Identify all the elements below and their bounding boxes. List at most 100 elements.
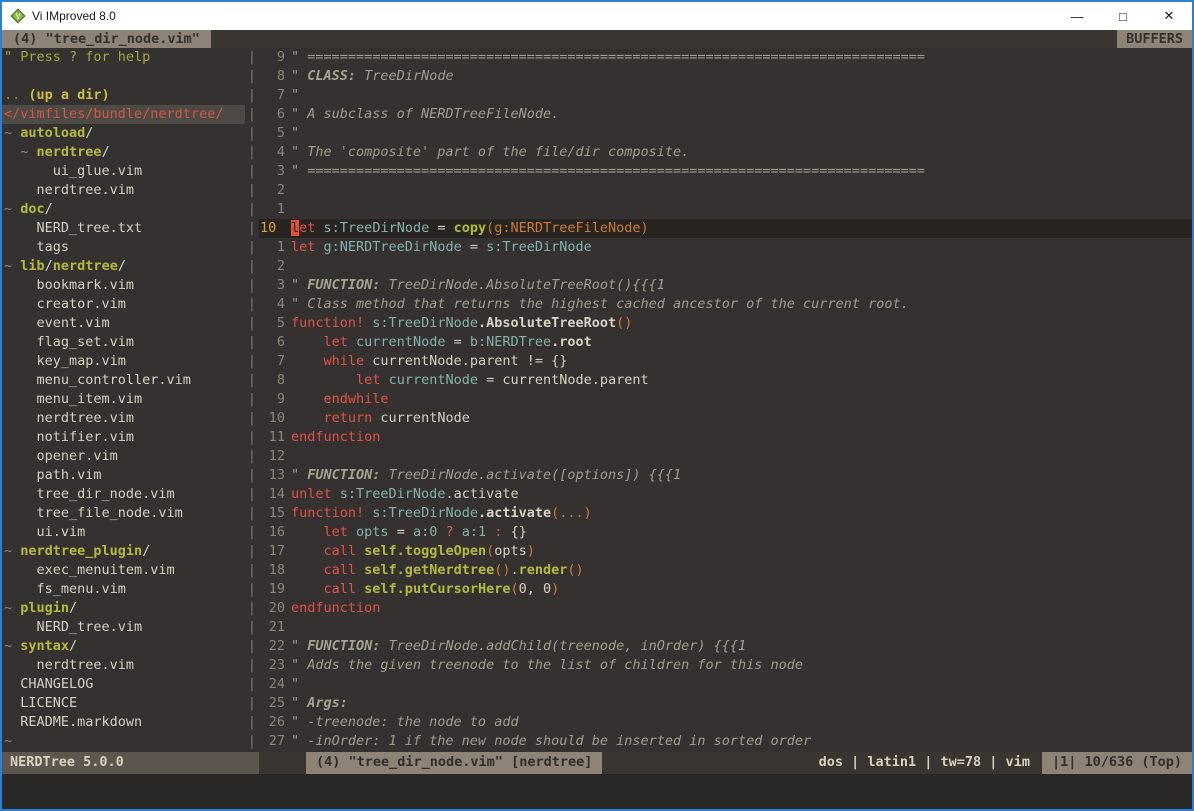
buffers-label: BUFFERS: [1117, 30, 1192, 48]
code-line[interactable]: 25" Args:: [259, 694, 1192, 713]
code-line[interactable]: 8" CLASS: TreeDirNode: [259, 67, 1192, 86]
code-line-current[interactable]: 10let s:TreeDirNode = copy(g:NERDTreeFil…: [259, 219, 1192, 238]
tree-item[interactable]: ~ syntax/: [4, 637, 245, 656]
code-line[interactable]: 5function! s:TreeDirNode.AbsoluteTreeRoo…: [259, 314, 1192, 333]
line-number: 8: [259, 371, 285, 390]
tree-item[interactable]: opener.vim: [4, 447, 245, 466]
code-line[interactable]: 18 call self.getNerdtree().render(): [259, 561, 1192, 580]
code-line[interactable]: 6" A subclass of NERDTreeFileNode.: [259, 105, 1192, 124]
code-line[interactable]: 15function! s:TreeDirNode.activate(...): [259, 504, 1192, 523]
tree-item[interactable]: menu_item.vim: [4, 390, 245, 409]
tree-item[interactable]: nerdtree.vim: [4, 409, 245, 428]
line-number: 15: [259, 504, 285, 523]
tree-item[interactable]: notifier.vim: [4, 428, 245, 447]
line-number: 1: [259, 238, 285, 257]
status-position-segment: |1| 10/636 (Top): [1042, 752, 1192, 774]
code-line[interactable]: 4" Class method that returns the highest…: [259, 295, 1192, 314]
separator-glyph: |: [245, 580, 259, 599]
code-line[interactable]: 21: [259, 618, 1192, 637]
tree-item[interactable]: CHANGELOG: [4, 675, 245, 694]
code-line[interactable]: 2: [259, 181, 1192, 200]
code-line[interactable]: 5": [259, 124, 1192, 143]
tree-item[interactable]: README.markdown: [4, 713, 245, 732]
tree-item[interactable]: event.vim: [4, 314, 245, 333]
line-number: 3: [259, 276, 285, 295]
command-line-area[interactable]: [2, 774, 1192, 809]
code-line[interactable]: 14unlet s:TreeDirNode.activate: [259, 485, 1192, 504]
maximize-button[interactable]: □: [1100, 2, 1146, 30]
tree-item[interactable]: [4, 67, 245, 86]
tab-tree-dir-node[interactable]: (4) "tree_dir_node.vim": [2, 30, 211, 48]
tree-root-item[interactable]: </vimfiles/bundle/nerdtree/: [2, 105, 245, 124]
tree-item[interactable]: creator.vim: [4, 295, 245, 314]
line-number: 23: [259, 656, 285, 675]
line-number: 26: [259, 713, 285, 732]
code-line[interactable]: 3" =====================================…: [259, 162, 1192, 181]
tree-item[interactable]: ~ nerdtree/: [4, 143, 245, 162]
tree-item[interactable]: path.vim: [4, 466, 245, 485]
tree-item[interactable]: NERD_tree.txt: [4, 219, 245, 238]
code-line[interactable]: 2: [259, 257, 1192, 276]
code-line[interactable]: 13" FUNCTION: TreeDirNode.activate([opti…: [259, 466, 1192, 485]
tree-item[interactable]: tree_dir_node.vim: [4, 485, 245, 504]
code-line[interactable]: 3" FUNCTION: TreeDirNode.AbsoluteTreeRoo…: [259, 276, 1192, 295]
nerdtree-panel[interactable]: " Press ? for help .. (up a dir)</vimfile…: [2, 48, 245, 752]
code-line[interactable]: 4" The 'composite' part of the file/dir …: [259, 143, 1192, 162]
separator-glyph: |: [245, 219, 259, 238]
tree-item[interactable]: ui_glue.vim: [4, 162, 245, 181]
code-line[interactable]: 24": [259, 675, 1192, 694]
tree-item[interactable]: fs_menu.vim: [4, 580, 245, 599]
tree-item[interactable]: ~ nerdtree_plugin/: [4, 542, 245, 561]
line-number: 9: [259, 390, 285, 409]
code-line[interactable]: 7 while currentNode.parent != {}: [259, 352, 1192, 371]
separator-glyph: |: [245, 504, 259, 523]
code-line[interactable]: 19 call self.putCursorHere(0, 0): [259, 580, 1192, 599]
close-button[interactable]: ✕: [1146, 2, 1192, 30]
minimize-button[interactable]: —: [1054, 2, 1100, 30]
window-separator[interactable]: |||||||||||||||||||||||||||||||||||||: [245, 48, 259, 752]
code-line[interactable]: 6 let currentNode = b:NERDTree.root: [259, 333, 1192, 352]
vim-window: V Vi IMproved 8.0 — □ ✕ (4) "tree_dir_no…: [0, 0, 1194, 811]
code-line[interactable]: 10 return currentNode: [259, 409, 1192, 428]
code-line[interactable]: 12: [259, 447, 1192, 466]
tree-item[interactable]: LICENCE: [4, 694, 245, 713]
tree-item[interactable]: ~ autoload/: [4, 124, 245, 143]
code-line[interactable]: 1: [259, 200, 1192, 219]
code-line[interactable]: 7": [259, 86, 1192, 105]
tree-item[interactable]: nerdtree.vim: [4, 656, 245, 675]
line-number: 11: [259, 428, 285, 447]
code-line[interactable]: 16 let opts = a:0 ? a:1 : {}: [259, 523, 1192, 542]
separator-glyph: |: [245, 561, 259, 580]
code-line[interactable]: 1let g:NERDTreeDirNode = s:TreeDirNode: [259, 238, 1192, 257]
code-line[interactable]: 11endfunction: [259, 428, 1192, 447]
tree-item[interactable]: tags: [4, 238, 245, 257]
line-number: 3: [259, 162, 285, 181]
tree-item[interactable]: menu_controller.vim: [4, 371, 245, 390]
tree-item[interactable]: nerdtree.vim: [4, 181, 245, 200]
code-line[interactable]: 26" -treenode: the node to add: [259, 713, 1192, 732]
tree-item[interactable]: exec_menuitem.vim: [4, 561, 245, 580]
code-line[interactable]: 23" Adds the given treenode to the list …: [259, 656, 1192, 675]
tree-item[interactable]: ui.vim: [4, 523, 245, 542]
tree-item[interactable]: tree_file_node.vim: [4, 504, 245, 523]
line-number: 16: [259, 523, 285, 542]
code-line[interactable]: 17 call self.toggleOpen(opts): [259, 542, 1192, 561]
tree-item[interactable]: .. (up a dir): [4, 86, 245, 105]
tree-item[interactable]: " Press ? for help: [4, 48, 245, 67]
vim-logo-icon: V: [10, 8, 26, 24]
code-line[interactable]: 9" =====================================…: [259, 48, 1192, 67]
code-line[interactable]: 20endfunction: [259, 599, 1192, 618]
tree-item[interactable]: key_map.vim: [4, 352, 245, 371]
code-line[interactable]: 9 endwhile: [259, 390, 1192, 409]
tree-item[interactable]: ~ doc/: [4, 200, 245, 219]
tree-item[interactable]: ~ lib/nerdtree/: [4, 257, 245, 276]
code-panel[interactable]: 9" =====================================…: [259, 48, 1192, 752]
code-line[interactable]: 8 let currentNode = currentNode.parent: [259, 371, 1192, 390]
code-line[interactable]: 22" FUNCTION: TreeDirNode.addChild(treen…: [259, 637, 1192, 656]
tree-item[interactable]: bookmark.vim: [4, 276, 245, 295]
tree-item[interactable]: ~ plugin/: [4, 599, 245, 618]
code-line[interactable]: 27" -inOrder: 1 if the new node should b…: [259, 732, 1192, 751]
tree-item[interactable]: NERD_tree.vim: [4, 618, 245, 637]
tree-item[interactable]: flag_set.vim: [4, 333, 245, 352]
separator-glyph: |: [245, 181, 259, 200]
